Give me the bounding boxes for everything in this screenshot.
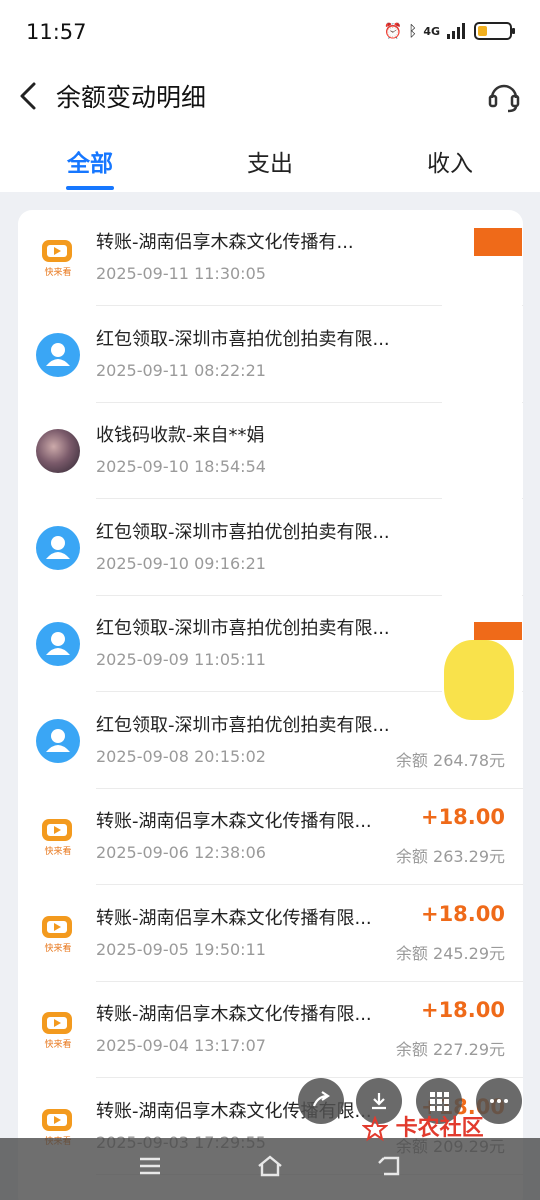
- watermark: 卡农社区: [361, 1110, 484, 1142]
- transaction-date: 2025-09-09 11:05:11: [96, 650, 266, 669]
- menu-icon[interactable]: [132, 1154, 168, 1184]
- transaction-title: 转账-湖南侣享木森文化传播有...: [96, 232, 354, 253]
- transaction-title: 转账-湖南侣享木森文化传播有限...: [96, 811, 372, 832]
- status-bar: 11:57 ⏰ ᛒ 4G: [0, 0, 540, 64]
- transaction-title: 红包领取-深圳市喜拍优创拍卖有限...: [96, 618, 390, 639]
- filter-tabs: 全部 支出 收入: [0, 130, 540, 192]
- user-avatar-icon: [36, 332, 80, 377]
- kuailaikan-app-icon: 快来看: [36, 912, 80, 956]
- user-avatar-icon: [36, 622, 80, 666]
- active-tab-indicator: [66, 186, 114, 190]
- transaction-date: 2025-09-08 20:15:02: [96, 746, 266, 766]
- tab-income[interactable]: 收入: [390, 144, 510, 178]
- back-button[interactable]: [16, 78, 46, 114]
- redaction-mark: [474, 622, 522, 640]
- transaction-date: 2025-09-06 12:38:06: [96, 843, 266, 862]
- transaction-amount: +18.00: [420, 901, 505, 926]
- kuailaikan-app-icon: 快来看: [36, 815, 80, 859]
- watermark-text: 卡农社区: [395, 1116, 484, 1141]
- transaction-row[interactable]: 快来看 转账-湖南侣享木森文化传播有限... 2025-09-06 12:38:06…: [18, 789, 523, 885]
- back-nav-icon[interactable]: [372, 1154, 408, 1184]
- tab-expense[interactable]: 支出: [210, 144, 330, 178]
- more-icon: [490, 1099, 508, 1103]
- sticker-overlay: [444, 640, 514, 720]
- user-avatar-icon: [36, 718, 80, 763]
- chevron-left-icon: [20, 82, 36, 110]
- transaction-balance: 余额 263.29元: [395, 847, 505, 866]
- avatar-photo: [36, 429, 80, 473]
- svg-text:快来看: 快来看: [44, 942, 71, 954]
- bluetooth-icon: ᛒ: [408, 22, 418, 40]
- transaction-balance: 余额 227.29元: [395, 1040, 505, 1059]
- svg-text:快来看: 快来看: [44, 845, 71, 857]
- transaction-date: 2025-09-10 18:54:54: [96, 457, 266, 476]
- watermark-logo: [361, 1115, 389, 1142]
- svg-text:快来看: 快来看: [44, 1038, 71, 1050]
- home-icon[interactable]: [252, 1154, 288, 1184]
- battery-level: [478, 26, 487, 36]
- transaction-row[interactable]: 快来看 转账-湖南侣享木森文化传播有限... 2025-09-04 13:17:07…: [18, 982, 523, 1078]
- transaction-title: 红包领取-深圳市喜拍优创拍卖有限...: [96, 714, 390, 736]
- transaction-date: 2025-09-05 19:50:11: [96, 939, 266, 959]
- transaction-row[interactable]: 快来看 转账-湖南侣享木森文化传播有限... 2025-09-05 19:50:11…: [18, 886, 523, 982]
- transaction-amount: +18.00: [420, 998, 505, 1022]
- transaction-balance: 余额 264.78元: [395, 750, 505, 770]
- battery-icon: [474, 22, 515, 40]
- customer-service-button[interactable]: [486, 78, 522, 114]
- nav-bar: 余额变动明细: [0, 64, 540, 130]
- user-avatar-icon: [36, 525, 80, 570]
- alarm-icon: ⏰: [383, 22, 403, 40]
- status-icons: ⏰ ᛒ 4G: [383, 22, 515, 40]
- system-nav-bar: [0, 1138, 540, 1200]
- status-time: 11:57: [26, 20, 87, 44]
- download-icon: [372, 1093, 386, 1110]
- transaction-title: 红包领取-深圳市喜拍优创拍卖有限...: [96, 328, 390, 350]
- share-button[interactable]: [298, 1078, 344, 1124]
- page-title: 余额变动明细: [56, 83, 207, 112]
- transaction-date: 2025-09-10 09:16:21: [96, 553, 266, 573]
- transaction-title: 转账-湖南侣享木森文化传播有限...: [96, 1004, 372, 1025]
- transaction-title: 红包领取-深圳市喜拍优创拍卖有限...: [96, 521, 390, 543]
- transaction-balance: 余额 245.29元: [395, 943, 505, 963]
- grid-icon: [430, 1092, 449, 1111]
- transaction-title: 转账-湖南侣享木森文化传播有限...: [96, 907, 372, 929]
- transaction-title: 收钱码收款-来自**娟: [96, 425, 265, 446]
- kuailaikan-app-icon: 快来看: [36, 1008, 80, 1052]
- transaction-amount: +18.00: [420, 805, 505, 829]
- headset-icon: [488, 84, 520, 113]
- svg-text:快来看: 快来看: [44, 266, 71, 278]
- transaction-date: 2025-09-11 11:30:05: [96, 264, 266, 283]
- transaction-date: 2025-09-04 13:17:07: [96, 1036, 266, 1055]
- network-label: 4G: [423, 24, 440, 38]
- tab-all[interactable]: 全部: [30, 144, 150, 178]
- redaction-mark: [474, 228, 522, 256]
- transaction-date: 2025-09-11 08:22:21: [96, 360, 266, 380]
- share-icon: [312, 1091, 330, 1107]
- kuailaikan-app-icon: 快来看: [36, 236, 80, 280]
- signal-icon: [447, 23, 465, 39]
